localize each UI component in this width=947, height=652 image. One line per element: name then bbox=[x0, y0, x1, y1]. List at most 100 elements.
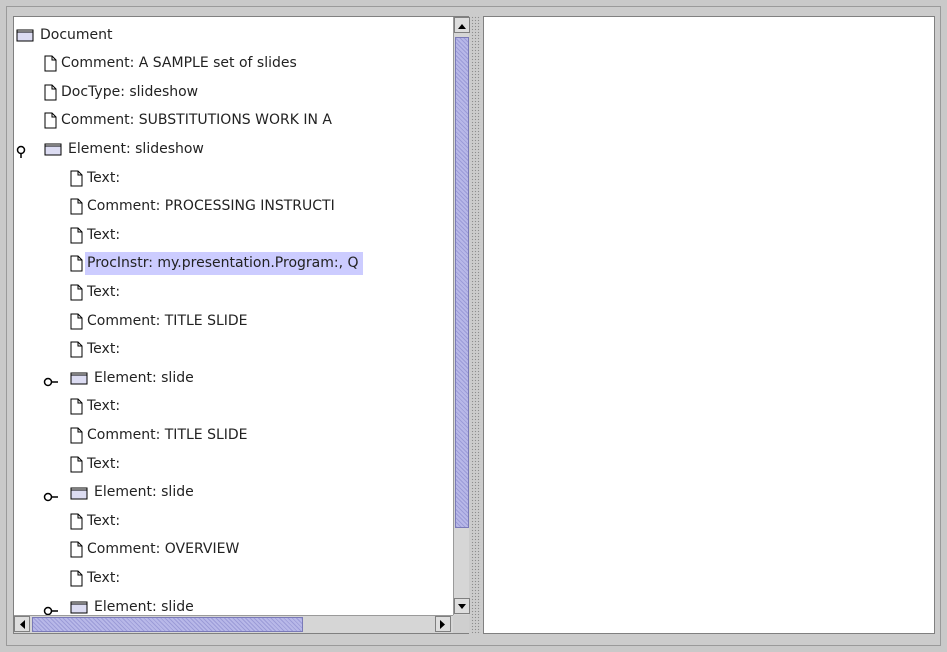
document-icon bbox=[44, 55, 57, 72]
document-icon bbox=[70, 313, 83, 329]
vertical-scrollbar[interactable] bbox=[453, 17, 470, 615]
tree-node[interactable]: Element: slide bbox=[43, 481, 198, 505]
folder-icon bbox=[70, 601, 88, 614]
document-icon bbox=[70, 456, 83, 472]
leaf-node-icon bbox=[70, 198, 85, 215]
leaf-node-icon bbox=[44, 55, 59, 72]
tree-node-label: Element: slideshow bbox=[68, 140, 204, 157]
folder-node-icon bbox=[70, 371, 92, 385]
leaf-node-icon bbox=[44, 84, 59, 101]
dom-tree[interactable]: Document Comment: A SAMPLE set of slides D… bbox=[14, 17, 453, 615]
tree-node[interactable]: Text: bbox=[70, 223, 124, 247]
folder-node-icon bbox=[16, 28, 38, 42]
tree-node-label: ProcInstr: my.presentation.Program:, Q bbox=[85, 252, 363, 276]
leaf-node-icon bbox=[44, 112, 59, 129]
collapse-toggle[interactable] bbox=[15, 143, 29, 159]
document-icon bbox=[70, 427, 83, 444]
document-icon bbox=[70, 284, 83, 301]
leaf-node-icon bbox=[70, 541, 85, 558]
tree-node[interactable]: Text: bbox=[70, 280, 124, 304]
tree-node-label: Text: bbox=[87, 512, 121, 529]
document-icon bbox=[70, 227, 83, 244]
document-icon bbox=[44, 84, 57, 101]
tree-node-label: Element: slide bbox=[94, 369, 194, 386]
tree-node[interactable]: Text: bbox=[70, 338, 124, 362]
expand-toggle[interactable] bbox=[43, 601, 59, 615]
tree-node[interactable]: Text: bbox=[70, 395, 124, 419]
tree-node-label: Text: bbox=[87, 283, 121, 300]
leaf-node-icon bbox=[70, 313, 85, 330]
folder-node-icon bbox=[44, 142, 66, 156]
tree-node[interactable]: DocType: slideshow bbox=[44, 80, 202, 104]
scroll-left-button[interactable] bbox=[14, 616, 30, 632]
tree-node[interactable]: Text: bbox=[70, 566, 124, 590]
scroll-down-button[interactable] bbox=[454, 598, 470, 614]
leaf-node-icon bbox=[70, 398, 85, 415]
tree-node[interactable]: Comment: TITLE SLIDE bbox=[70, 423, 252, 447]
folder-icon bbox=[16, 29, 34, 42]
leaf-node-icon bbox=[70, 427, 85, 444]
vertical-scroll-thumb[interactable] bbox=[455, 37, 469, 528]
tree-node[interactable]: Comment: SUBSTITUTIONS WORK IN A bbox=[44, 109, 336, 133]
tree-node-label: Text: bbox=[87, 398, 121, 415]
tree-node-label: Comment: A SAMPLE set of slides bbox=[61, 55, 297, 72]
folder-node-icon bbox=[70, 486, 92, 500]
document-icon bbox=[70, 541, 83, 558]
tree-node-label: Element: slide bbox=[94, 484, 194, 501]
folder-icon bbox=[70, 372, 88, 385]
leaf-node-icon bbox=[70, 341, 85, 358]
tree-node-label: Text: bbox=[87, 569, 121, 586]
scroll-right-button[interactable] bbox=[435, 616, 451, 632]
tree-node[interactable]: ProcInstr: my.presentation.Program:, Q bbox=[70, 252, 363, 276]
tree-node-label: Text: bbox=[87, 455, 121, 472]
tree-node-label: Comment: PROCESSING INSTRUCTI bbox=[87, 198, 335, 215]
tree-node[interactable]: Comment: OVERVIEW bbox=[70, 538, 243, 562]
tree-node[interactable]: Element: slideshow bbox=[16, 137, 208, 161]
tree-node[interactable]: Comment: PROCESSING INSTRUCTI bbox=[70, 195, 339, 219]
tree-node[interactable]: Text: bbox=[70, 509, 124, 533]
leaf-node-icon bbox=[70, 456, 85, 473]
arrow-right-icon bbox=[440, 620, 445, 629]
expanded-handle-icon[interactable] bbox=[15, 145, 29, 159]
document-icon bbox=[70, 170, 83, 186]
collapsed-handle-icon[interactable] bbox=[43, 491, 59, 503]
scroll-up-button[interactable] bbox=[454, 17, 470, 33]
folder-node-icon bbox=[70, 600, 92, 614]
tree-node-label: Document bbox=[40, 26, 113, 43]
horizontal-scroll-thumb[interactable] bbox=[32, 617, 303, 632]
arrow-left-icon bbox=[20, 620, 25, 629]
leaf-node-icon bbox=[70, 227, 85, 244]
tree-node[interactable]: Element: slide bbox=[43, 366, 198, 390]
tree-node[interactable]: Text: bbox=[70, 166, 124, 190]
tree-node[interactable]: Element: slide bbox=[43, 595, 198, 615]
tree-node-label: Text: bbox=[87, 169, 121, 186]
tree-node-label: DocType: slideshow bbox=[61, 83, 199, 100]
expand-toggle[interactable] bbox=[43, 487, 58, 501]
tree-node-label: Element: slide bbox=[94, 598, 194, 615]
leaf-node-icon bbox=[70, 513, 85, 530]
collapsed-handle-icon[interactable] bbox=[43, 376, 59, 388]
tree-node[interactable]: Document bbox=[16, 23, 117, 47]
folder-icon bbox=[44, 143, 62, 156]
leaf-node-icon bbox=[70, 284, 85, 301]
horizontal-scrollbar[interactable] bbox=[14, 615, 453, 633]
scrollbar-corner bbox=[453, 615, 469, 633]
folder-icon bbox=[70, 487, 88, 500]
tree-node-label: Text: bbox=[87, 226, 121, 243]
document-icon bbox=[70, 570, 83, 587]
tree-node-label: Comment: OVERVIEW bbox=[87, 541, 240, 558]
tree-pane: Document Comment: A SAMPLE set of slides D… bbox=[13, 16, 470, 634]
document-icon bbox=[70, 341, 83, 358]
tree-node[interactable]: Comment: A SAMPLE set of slides bbox=[44, 52, 301, 76]
tree-node-label: Comment: SUBSTITUTIONS WORK IN A bbox=[61, 112, 332, 129]
expand-toggle[interactable] bbox=[43, 372, 58, 387]
tree-node-label: Comment: TITLE SLIDE bbox=[87, 312, 248, 329]
split-pane-divider[interactable] bbox=[471, 16, 481, 634]
tree-node-label: Comment: TITLE SLIDE bbox=[87, 426, 248, 443]
leaf-node-icon bbox=[70, 255, 85, 272]
collapsed-handle-icon[interactable] bbox=[43, 605, 59, 615]
tree-node[interactable]: Text: bbox=[70, 452, 124, 476]
tree-node[interactable]: Comment: TITLE SLIDE bbox=[70, 309, 252, 333]
leaf-node-icon bbox=[70, 170, 85, 187]
leaf-node-icon bbox=[70, 570, 85, 587]
